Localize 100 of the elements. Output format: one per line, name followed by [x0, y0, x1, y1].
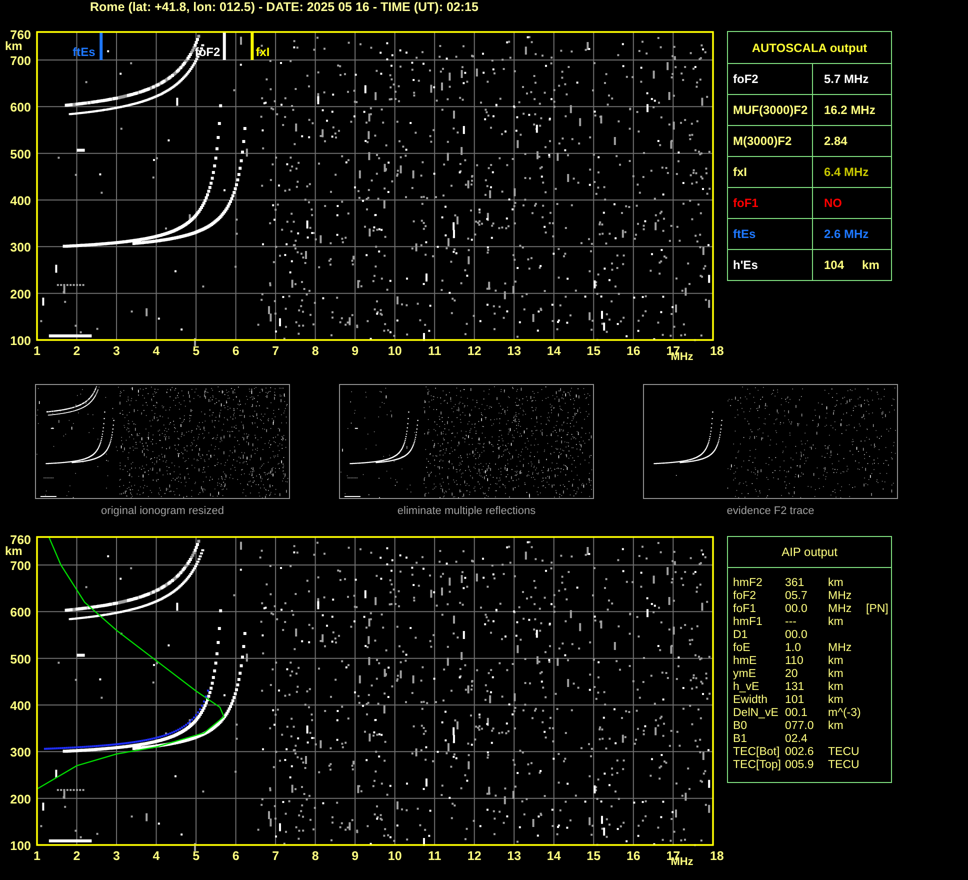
parameter-value: 20: [785, 668, 799, 681]
parameter-name: MUF(3000)F2: [733, 103, 808, 117]
parameter-name: fxI: [733, 165, 748, 179]
parameter-unit: km: [828, 681, 844, 694]
parameter-unit: km: [828, 577, 844, 590]
parameter-name: foF2: [733, 72, 758, 86]
x-axis-tick-label: 7: [272, 849, 280, 863]
parameter-name: ftEs: [733, 227, 756, 241]
parameter-note: [PN]: [865, 603, 890, 616]
parameter-name: Ewidth: [733, 694, 769, 707]
parameter-value: 00.0: [785, 629, 808, 642]
x-axis-tick-label: 1: [34, 344, 40, 358]
x-axis-tick-label: 6: [232, 344, 240, 358]
parameter-value: 005.9: [785, 759, 815, 772]
parameter-name: TEC[Top]: [733, 759, 782, 772]
x-axis-tick-label: 6: [232, 849, 240, 863]
x-axis-tick-label: 13: [507, 849, 522, 863]
parameter-unit: km: [828, 616, 844, 629]
x-axis-tick-label: 2: [73, 849, 80, 863]
parameter-value: 104: [824, 258, 844, 272]
x-axis-tick-label: 2: [73, 344, 80, 358]
x-axis-tick-label: 3: [113, 344, 120, 358]
parameter-name: M(3000)F2: [733, 134, 792, 148]
parameter-name: hmF1: [733, 616, 764, 629]
x-axis-tick-label: 13: [507, 344, 522, 358]
x-axis-tick-label: 9: [352, 344, 359, 358]
parameter-name: B0: [733, 720, 748, 733]
x-axis-tick-label: 8: [312, 344, 319, 358]
y-axis-tick-label: 300: [10, 240, 31, 255]
y-axis-tick-label: 760: [10, 533, 31, 547]
parameter-name: h_vE: [733, 681, 760, 694]
y-axis-unit: km: [5, 39, 22, 53]
y-axis-tick-label: 600: [10, 100, 31, 115]
x-axis-tick-label: 4: [152, 849, 160, 863]
x-axis-tick-label: 8: [312, 849, 319, 863]
parameter-unit: TECU: [828, 746, 860, 759]
y-axis-tick-label: 600: [10, 606, 31, 620]
y-axis-tick-label: 760: [10, 28, 31, 42]
parameter-unit: km: [828, 668, 844, 681]
parameter-value: 5.7 MHz: [824, 72, 869, 86]
x-axis-tick-label: 5: [192, 344, 200, 358]
parameter-name: TEC[Bot]: [733, 746, 781, 759]
parameter-unit: MHz: [828, 642, 853, 655]
x-axis-tick-label: 11: [428, 849, 442, 863]
thumbnail-caption: evidence F2 trace: [726, 505, 814, 517]
x-axis-tick-label: 15: [586, 849, 601, 863]
y-axis-tick-label: 700: [10, 54, 31, 68]
parameter-name: DelN_vE: [733, 707, 780, 720]
y-axis-tick-label: 200: [10, 792, 31, 806]
parameter-value: 361: [785, 577, 806, 590]
parameter-value: 00.0: [785, 603, 808, 616]
x-axis-tick-label: 16: [626, 344, 640, 358]
y-axis-tick-label: 700: [10, 559, 31, 573]
x-axis-tick-label: 14: [546, 849, 561, 863]
y-axis-tick-label: 500: [10, 147, 31, 162]
x-axis-tick-label: 10: [388, 344, 402, 358]
y-axis-tick-label: 200: [10, 287, 31, 302]
panel-title: AUTOSCALA output: [728, 32, 891, 64]
panel-title: AIP output: [728, 537, 891, 568]
parameter-unit: TECU: [828, 759, 860, 772]
y-axis-tick-label: 300: [10, 746, 31, 760]
parameter-name: ymE: [733, 668, 757, 681]
x-axis-tick-label: 7: [272, 344, 280, 358]
marker-label: ftEs: [72, 45, 96, 59]
x-axis-tick-label: 15: [586, 344, 601, 358]
x-axis-tick-label: 3: [113, 849, 120, 863]
y-axis-tick-label: 400: [10, 699, 31, 713]
y-axis-tick-label: 100: [10, 839, 31, 853]
parameter-value: 1.0: [785, 642, 802, 655]
window-title: Rome (lat: +41.8, lon: 012.5) - DATE: 2025 05 16 - TIME (UT): 02:15: [89, 0, 478, 14]
parameter-name: foE: [733, 642, 752, 655]
parameter-value: 02.4: [785, 733, 808, 746]
parameter-name: foF2: [733, 590, 758, 603]
parameter-name: hmF2: [733, 577, 764, 590]
parameter-value: 110: [785, 655, 804, 668]
parameter-value: 05.7: [785, 590, 808, 603]
parameter-value: 2.84: [824, 134, 848, 148]
x-axis-tick-label: 5: [192, 849, 200, 863]
x-axis-tick-label: 14: [546, 344, 561, 358]
y-axis-unit: km: [5, 544, 22, 558]
parameter-name: foF1: [733, 196, 758, 210]
y-axis-tick-label: 100: [10, 334, 31, 348]
x-axis-tick-label: 11: [428, 344, 442, 358]
parameter-name: B1: [733, 733, 748, 746]
parameter-unit: km: [828, 694, 844, 707]
thumbnail-caption: eliminate multiple reflections: [397, 505, 536, 517]
parameter-value: 2.6 MHz: [824, 227, 869, 241]
x-axis-tick-label: 12: [467, 849, 482, 863]
x-axis-tick-label: 12: [467, 344, 482, 358]
parameter-unit: MHz: [828, 590, 853, 603]
parameter-unit: km: [862, 258, 880, 272]
parameter-value: 077.0: [785, 720, 815, 733]
marker-label: foF2: [194, 45, 220, 59]
parameter-unit: km: [828, 655, 844, 668]
thumbnail-caption: original ionogram resized: [101, 505, 224, 517]
y-axis-tick-label: 500: [10, 652, 31, 666]
x-axis-tick-label: 16: [626, 849, 640, 863]
parameter-value: 002.6: [785, 746, 815, 759]
x-axis-tick-label: 18: [710, 344, 724, 358]
x-axis-tick-label: 4: [152, 344, 160, 358]
